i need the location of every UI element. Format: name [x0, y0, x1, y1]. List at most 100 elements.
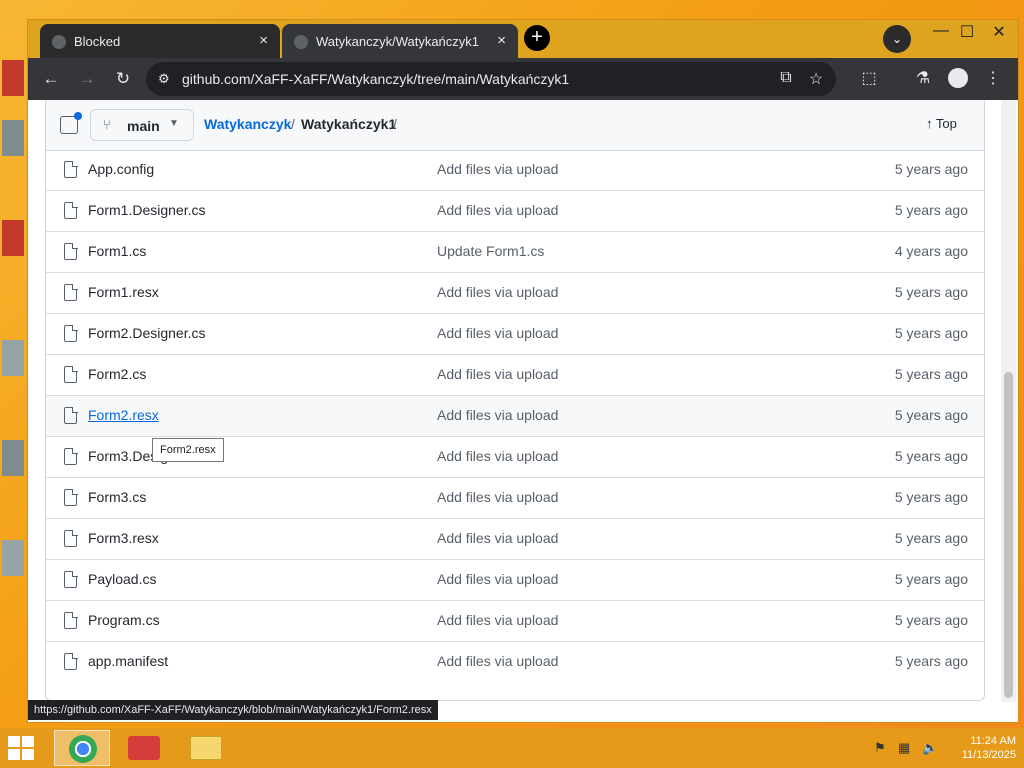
file-list-box: ⑂ main ▼ Watykanczyk / Watykańczyk1 / ↑ … [45, 100, 985, 701]
tab-close-icon[interactable]: × [497, 32, 506, 49]
branch-icon: ⑂ [103, 117, 111, 132]
folder-icon [190, 736, 222, 760]
desktop-icon[interactable] [2, 60, 24, 96]
table-row[interactable]: Form3.resx Add files via upload 5 years ag… [46, 519, 984, 560]
commit-date: 5 years ago [894, 530, 968, 546]
commit-message[interactable]: Add files via upload [437, 202, 558, 218]
file-name[interactable]: app.manifest [88, 653, 168, 669]
file-icon [64, 529, 78, 547]
commit-date: 5 years ago [894, 653, 968, 669]
bookmark-star-icon[interactable]: ☆ [806, 69, 826, 89]
desktop-icon[interactable] [2, 440, 24, 476]
commit-message[interactable]: Add files via upload [437, 530, 558, 546]
sidebar-toggle-icon[interactable] [60, 112, 82, 134]
file-name[interactable]: Form2.Designer.cs [88, 325, 205, 341]
desktop-icon[interactable] [2, 340, 24, 376]
commit-date: 5 years ago [894, 161, 968, 177]
top-button[interactable]: ↑ Top [926, 116, 957, 131]
file-name[interactable]: Form2.cs [88, 366, 146, 382]
file-name[interactable]: Form1.cs [88, 243, 146, 259]
table-row[interactable]: app.manifest Add files via upload 5 years … [46, 642, 984, 682]
table-row[interactable]: Form3.cs Add files via upload 5 years ago [46, 478, 984, 519]
install-app-icon[interactable]: ⧉ [776, 69, 796, 87]
tab-search-button[interactable]: ⌄ [883, 25, 911, 53]
tab-title: Blocked [74, 34, 121, 49]
taskbar-app-icon[interactable] [116, 730, 172, 766]
commit-message[interactable]: Add files via upload [437, 571, 558, 587]
windows-start-icon[interactable] [8, 736, 34, 760]
table-row[interactable]: Program.cs Add files via upload 5 years ag… [46, 601, 984, 642]
commit-message[interactable]: Add files via upload [437, 366, 558, 382]
desktop-icon[interactable] [2, 540, 24, 576]
commit-message[interactable]: Add files via upload [437, 448, 558, 464]
maximize-button[interactable]: ☐ [952, 22, 982, 42]
close-window-button[interactable]: ✕ [984, 22, 1014, 42]
commit-message[interactable]: Add files via upload [437, 612, 558, 628]
volume-icon[interactable]: 🔈 [922, 740, 938, 756]
tab-blocked[interactable]: Blocked × [40, 24, 280, 58]
url-text[interactable]: github.com/XaFF-XaFF/Watykanczyk/tree/ma… [182, 71, 569, 87]
table-row[interactable]: Form2.cs Add files via upload 5 years ago [46, 355, 984, 396]
commit-message[interactable]: Add files via upload [437, 284, 558, 300]
page-content: ⑂ main ▼ Watykanczyk / Watykańczyk1 / ↑ … [28, 100, 1018, 722]
forward-button[interactable]: → [74, 66, 100, 92]
scrollbar-thumb[interactable] [1004, 372, 1013, 698]
network-icon[interactable]: ▦ [898, 740, 914, 756]
page-scrollbar[interactable] [1001, 100, 1016, 702]
table-row[interactable]: App.config Add files via upload 5 years ag… [46, 150, 984, 191]
table-row[interactable]: Form1.resx Add files via upload 5 years ag… [46, 273, 984, 314]
profile-avatar[interactable] [948, 68, 968, 88]
commit-message[interactable]: Add files via upload [437, 161, 558, 177]
commit-message[interactable]: Add files via upload [437, 325, 558, 341]
taskbar-explorer-icon[interactable] [178, 730, 234, 766]
commit-date: 5 years ago [894, 407, 968, 423]
clock[interactable]: 11:24 AM 11/13/2025 [946, 734, 1016, 762]
caret-down-icon: ▼ [169, 118, 179, 129]
extensions-icon[interactable]: ⬚ [858, 68, 880, 88]
file-name[interactable]: Program.cs [88, 612, 160, 628]
file-icon [64, 611, 78, 629]
commit-message[interactable]: Update Form1.cs [437, 243, 544, 259]
address-bar[interactable]: ⚙ github.com/XaFF-XaFF/Watykanczyk/tree/… [146, 62, 836, 96]
desktop-icon[interactable] [2, 120, 24, 156]
browser-toolbar: ← → ↻ ⚙ github.com/XaFF-XaFF/Watykanczyk… [28, 58, 1018, 100]
commit-date: 5 years ago [894, 325, 968, 341]
taskbar-chrome-icon[interactable] [54, 730, 110, 766]
file-rows: App.config Add files via upload 5 years ag… [46, 150, 984, 682]
file-icon [64, 242, 78, 260]
link-status-bar: https://github.com/XaFF-XaFF/Watykanczyk… [28, 700, 438, 720]
reload-button[interactable]: ↻ [110, 66, 136, 92]
site-info-icon[interactable]: ⚙ [158, 71, 176, 87]
menu-icon[interactable]: ⋮ [982, 68, 1004, 88]
file-name[interactable]: Payload.cs [88, 571, 156, 587]
clock-time: 11:24 AM [970, 735, 1016, 747]
breadcrumb-repo[interactable]: Watykanczyk [204, 116, 291, 132]
tab-close-icon[interactable]: × [259, 32, 268, 49]
labs-icon[interactable]: ⚗ [912, 68, 934, 88]
commit-date: 5 years ago [894, 448, 968, 464]
file-name[interactable]: Form1.resx [88, 284, 159, 300]
file-name[interactable]: Form3.resx [88, 530, 159, 546]
file-name[interactable]: Form3.cs [88, 489, 146, 505]
commit-message[interactable]: Add files via upload [437, 489, 558, 505]
file-name[interactable]: App.config [88, 161, 154, 177]
table-row[interactable]: Form1.Designer.cs Add files via upload 5 y… [46, 191, 984, 232]
branch-selector[interactable]: ⑂ main ▼ [90, 109, 194, 141]
commit-message[interactable]: Add files via upload [437, 653, 558, 669]
new-tab-button[interactable]: + [524, 25, 550, 51]
table-row[interactable]: Form1.cs Update Form1.cs 4 years ago [46, 232, 984, 273]
desktop-icon[interactable] [2, 220, 24, 256]
commit-date: 5 years ago [894, 571, 968, 587]
file-name[interactable]: Form2.resx [88, 407, 159, 423]
table-row[interactable]: Form2.resx Add files via upload 5 years ag… [46, 396, 984, 437]
file-name[interactable]: Form1.Designer.cs [88, 202, 205, 218]
flag-icon[interactable]: ⚑ [874, 740, 890, 756]
table-row[interactable]: Form2.Designer.cs Add files via upload 5 y… [46, 314, 984, 355]
commit-date: 5 years ago [894, 202, 968, 218]
commit-message[interactable]: Add files via upload [437, 407, 558, 423]
app-icon [128, 736, 160, 760]
table-row[interactable]: Payload.cs Add files via upload 5 years ag… [46, 560, 984, 601]
file-icon [64, 160, 78, 178]
tab-github[interactable]: Watykanczyk/Watykańczyk1 at main × [282, 24, 518, 58]
back-button[interactable]: ← [38, 66, 64, 92]
